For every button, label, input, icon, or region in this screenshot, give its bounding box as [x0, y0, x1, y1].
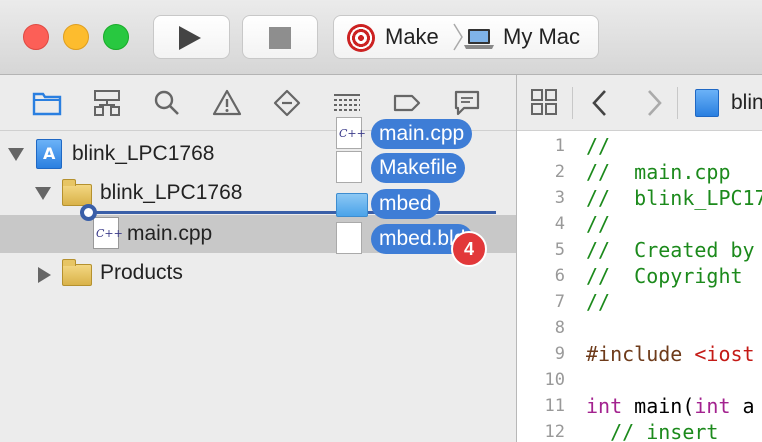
forward-chevron-icon[interactable] [643, 88, 665, 118]
folder-icon [62, 259, 92, 286]
file-icon [336, 151, 362, 183]
products-label: Products [100, 261, 183, 284]
line-number: 2 [554, 162, 565, 182]
list-icon [334, 94, 360, 111]
project-navigator-tab[interactable] [32, 88, 62, 118]
stop-icon [269, 27, 291, 49]
cpp-file-icon [93, 217, 123, 249]
file-label: main.cpp [127, 222, 213, 245]
drag-count-badge: 4 [451, 231, 487, 267]
line-number: 10 [544, 370, 565, 390]
code-line[interactable]: // Copyright [586, 263, 743, 289]
speech-bubble-icon [454, 90, 480, 116]
code-line[interactable]: // [586, 289, 610, 315]
disclosure-triangle-expanded-icon[interactable] [35, 187, 51, 200]
dragged-item-label: main.cpp [371, 119, 473, 149]
code-area[interactable]: //// main.cpp// blink_LPC1768//// Create… [586, 131, 762, 442]
line-number: 7 [554, 292, 565, 312]
symbol-navigator-tab[interactable] [92, 88, 122, 118]
scheme-target-label[interactable]: Make [385, 25, 439, 49]
breakpoint-navigator-tab[interactable] [392, 88, 422, 118]
issue-navigator-tab[interactable] [212, 88, 242, 118]
xcode-project-icon [36, 139, 62, 169]
scheme-selector[interactable]: Make My Mac [333, 15, 599, 59]
folder-icon [62, 179, 92, 206]
file-icon [336, 222, 362, 254]
laptop-icon [464, 29, 494, 49]
search-icon [154, 90, 179, 115]
code-line[interactable]: #include <iost [586, 341, 755, 367]
blue-folder-icon [336, 193, 368, 217]
line-number: 1 [554, 136, 565, 156]
stop-button[interactable] [242, 15, 318, 59]
disclosure-triangle-expanded-icon[interactable] [8, 148, 24, 161]
jump-bar-title[interactable]: blink_LPC1768 [731, 91, 762, 115]
hierarchy-icon [94, 90, 120, 116]
xcode-project-icon [695, 89, 719, 117]
report-navigator-tab[interactable] [452, 88, 482, 118]
cpp-file-icon [336, 117, 366, 149]
dragged-item-label: mbed [371, 189, 440, 219]
code-line[interactable]: // [586, 211, 610, 237]
project-navigator: blink_LPC1768 blink_LPC1768 main.cpp Pro… [0, 75, 516, 442]
line-number: 6 [554, 266, 565, 286]
play-icon [179, 26, 201, 50]
code-line[interactable]: // blink_LPC1768 [586, 185, 762, 211]
line-number-gutter: 1 2 3 4 5 6 7 8 9 10 11 12 [517, 131, 572, 442]
chevron-right-icon [453, 23, 463, 51]
folder-icon [32, 92, 62, 116]
separator [677, 87, 678, 119]
back-chevron-icon[interactable] [589, 88, 611, 118]
find-navigator-tab[interactable] [152, 88, 182, 118]
window-toolbar: Make My Mac [0, 0, 762, 75]
line-number: 12 [544, 422, 565, 442]
debug-navigator-tab[interactable] [332, 88, 362, 118]
jump-bar: blink_LPC1768 [517, 75, 762, 131]
code-line[interactable]: // Created by [586, 237, 755, 263]
target-icon [347, 24, 375, 52]
dragged-item-label: Makefile [371, 153, 466, 183]
code-line[interactable]: // [586, 133, 610, 159]
line-number: 3 [554, 188, 565, 208]
close-window-button[interactable] [23, 24, 49, 50]
related-items-icon[interactable] [530, 88, 558, 116]
run-button[interactable] [153, 15, 230, 59]
code-line[interactable]: // main.cpp [586, 159, 731, 185]
line-number: 11 [544, 396, 565, 416]
line-number: 8 [554, 318, 565, 338]
separator [572, 87, 573, 119]
line-number: 9 [554, 344, 565, 364]
project-label: blink_LPC1768 [72, 142, 215, 165]
test-navigator-tab[interactable] [272, 88, 302, 118]
tree-row-products[interactable]: Products [0, 254, 516, 292]
scheme-destination-label[interactable]: My Mac [503, 25, 580, 49]
disclosure-triangle-collapsed-icon[interactable] [38, 267, 51, 283]
code-line[interactable]: int main(int a [586, 393, 755, 419]
line-number: 5 [554, 240, 565, 260]
line-number: 4 [554, 214, 565, 234]
code-line[interactable]: // insert [586, 419, 718, 442]
zoom-window-button[interactable] [103, 24, 129, 50]
diamond-icon [273, 89, 301, 117]
warning-icon [212, 89, 242, 116]
source-editor[interactable]: blink_LPC1768 123456789101112 //// main.… [517, 75, 762, 442]
minimize-window-button[interactable] [63, 24, 89, 50]
group-label: blink_LPC1768 [100, 181, 243, 204]
tag-icon [393, 94, 421, 112]
drop-insertion-marker [80, 204, 97, 221]
